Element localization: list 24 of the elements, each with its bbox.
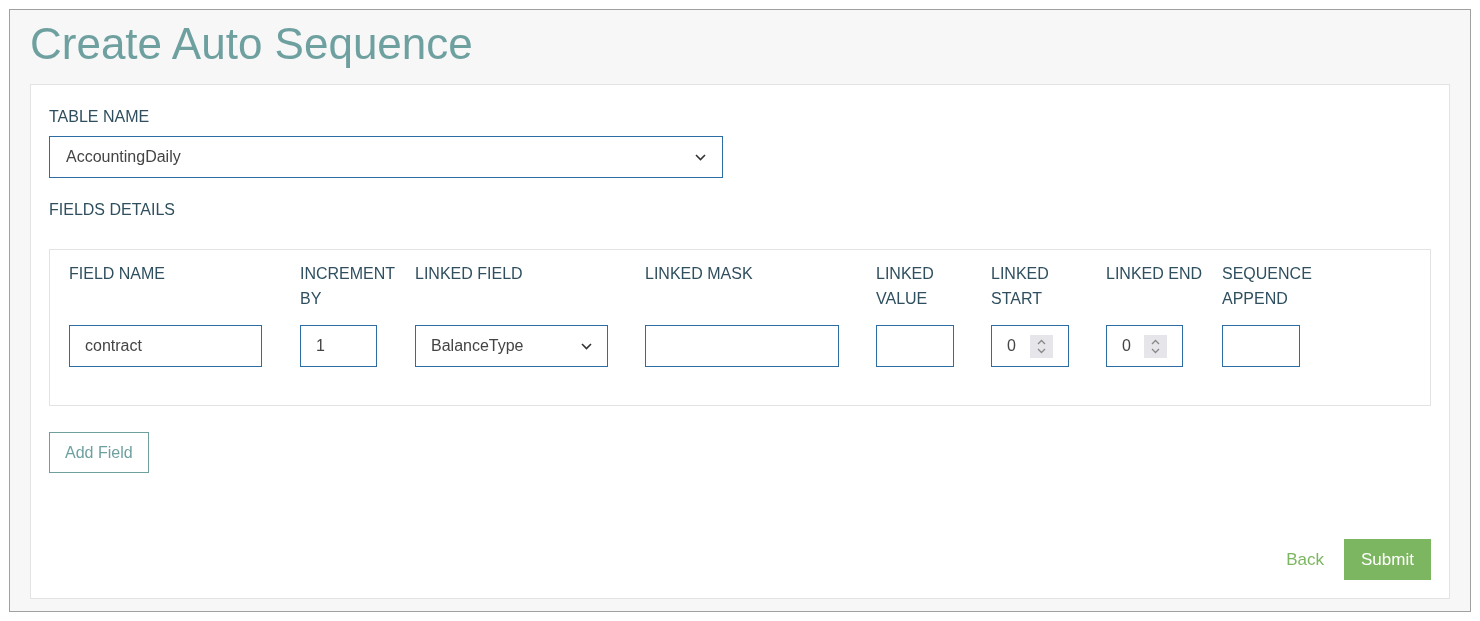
dropdown-field[interactable]: BalanceType xyxy=(415,325,608,367)
spinner-icon[interactable] xyxy=(1144,334,1167,358)
input-field[interactable] xyxy=(1222,325,1300,367)
page-title: Create Auto Sequence xyxy=(30,22,474,66)
column-header: LINKED END xyxy=(1106,264,1204,284)
column-header: LINKED START xyxy=(991,264,1050,309)
spinner-icon[interactable] xyxy=(1030,334,1053,358)
input-field[interactable]: contract xyxy=(69,325,262,367)
input-field[interactable] xyxy=(876,325,954,367)
column-header: LINKED FIELD xyxy=(415,264,524,284)
column-header: LINKED MASK xyxy=(645,264,754,284)
field-label: TABLE NAME xyxy=(49,107,151,127)
number-field[interactable]: 0 xyxy=(991,325,1069,367)
caret-icon xyxy=(581,342,592,350)
number-field[interactable]: 0 xyxy=(1106,325,1183,367)
caret-icon xyxy=(695,153,706,161)
column-header: FIELD NAME xyxy=(69,264,166,284)
input-field[interactable]: 1 xyxy=(300,325,377,367)
column-header: LINKED VALUE xyxy=(876,264,935,309)
input-field[interactable] xyxy=(645,325,839,367)
column-header: INCREMENT BY xyxy=(300,264,396,309)
column-header: SEQUENCE APPEND xyxy=(1222,264,1313,309)
table-name-select[interactable]: AccountingDaily xyxy=(49,136,723,178)
section-label: FIELDS DETAILS xyxy=(49,200,176,220)
